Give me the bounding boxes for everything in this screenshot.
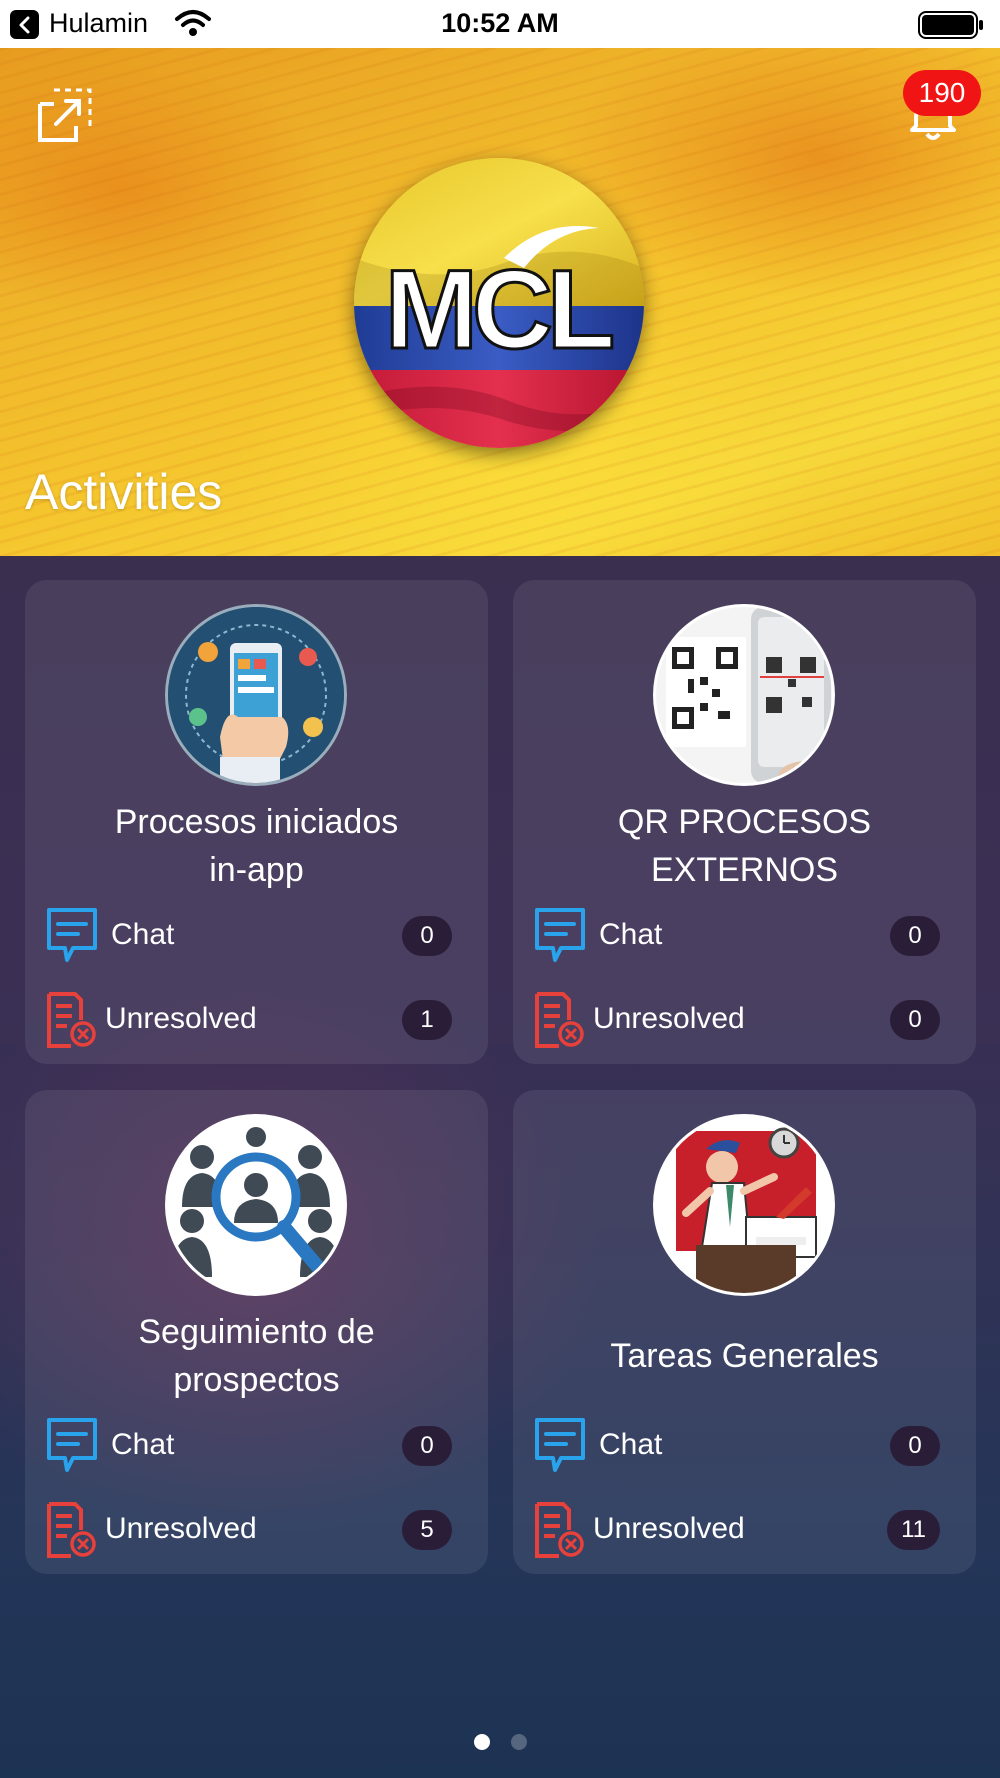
- mobile-app-illustration: [165, 604, 347, 786]
- chat-label: Chat: [111, 1428, 175, 1461]
- chat-row[interactable]: Chat 0: [45, 906, 468, 966]
- prospect-search-illustration: [165, 1114, 347, 1296]
- qr-code-scan-illustration: [653, 604, 835, 786]
- card-title-line-1: Procesos iniciados: [114, 803, 399, 841]
- unresolved-label: Unresolved: [593, 1002, 745, 1035]
- chat-icon: [45, 906, 99, 966]
- status-bar: Hulamin 10:52 AM: [0, 0, 1000, 48]
- company-logo: MCL: [354, 158, 644, 448]
- chat-count: 0: [890, 1426, 940, 1466]
- notification-badge[interactable]: 190: [903, 70, 981, 116]
- unresolved-count: 11: [887, 1510, 940, 1550]
- card-title-line-1: Seguimiento de: [138, 1313, 375, 1351]
- unresolved-count: 1: [402, 1000, 452, 1040]
- unresolved-label: Unresolved: [593, 1512, 745, 1545]
- chat-label: Chat: [599, 1428, 663, 1461]
- activities-grid: Procesos iniciados in-app Chat 0 Unresol…: [0, 556, 1000, 1778]
- card-title-line-2: EXTERNOS: [650, 851, 839, 889]
- unresolved-row[interactable]: Unresolved 0: [533, 990, 956, 1050]
- page-indicator: [0, 1734, 1000, 1750]
- unresolved-row[interactable]: Unresolved 11: [533, 1500, 956, 1560]
- battery-icon: [918, 11, 984, 46]
- card-title-line-1: Tareas Generales: [610, 1337, 879, 1375]
- chat-icon: [533, 1416, 587, 1476]
- logo-text: MCL: [385, 247, 612, 372]
- unresolved-count: 5: [402, 1510, 452, 1550]
- unresolved-count: 0: [890, 1000, 940, 1040]
- status-time: 10:52 AM: [441, 8, 559, 38]
- chat-icon: [533, 906, 587, 966]
- card-title-line-2: prospectos: [173, 1361, 340, 1399]
- share-icon[interactable]: [36, 86, 94, 144]
- unresolved-document-icon: [533, 1500, 587, 1560]
- unresolved-row[interactable]: Unresolved 5: [45, 1500, 468, 1560]
- activity-card-procesos-iniciados[interactable]: Procesos iniciados in-app Chat 0 Unresol…: [25, 580, 488, 1064]
- card-title-line-2: in-app: [209, 851, 304, 889]
- card-title-line-1: QR PROCESOS: [617, 803, 872, 841]
- unresolved-label: Unresolved: [105, 1512, 257, 1545]
- activity-card-qr-procesos[interactable]: QR PROCESOS EXTERNOS Chat 0 Unresolved 0: [513, 580, 976, 1064]
- unresolved-label: Unresolved: [105, 1002, 257, 1035]
- activity-card-seguimiento-prospectos[interactable]: Seguimiento de prospectos Chat 0 Unresol…: [25, 1090, 488, 1574]
- chat-count: 0: [402, 1426, 452, 1466]
- unresolved-document-icon: [45, 1500, 99, 1560]
- chat-row[interactable]: Chat 0: [533, 1416, 956, 1476]
- page-title: Activities: [25, 464, 223, 520]
- busy-office-worker-illustration: [653, 1114, 835, 1296]
- chat-label: Chat: [599, 918, 663, 951]
- chat-count: 0: [890, 916, 940, 956]
- chat-count: 0: [402, 916, 452, 956]
- unresolved-document-icon: [533, 990, 587, 1050]
- chat-icon: [45, 1416, 99, 1476]
- page-dot-1[interactable]: [473, 1734, 490, 1750]
- chat-row[interactable]: Chat 0: [45, 1416, 468, 1476]
- unresolved-document-icon: [45, 990, 99, 1050]
- chat-label: Chat: [111, 918, 175, 951]
- unresolved-row[interactable]: Unresolved 1: [45, 990, 468, 1050]
- chat-row[interactable]: Chat 0: [533, 906, 956, 966]
- header-banner: 190 MCL Activities: [0, 48, 1000, 556]
- activity-card-tareas-generales[interactable]: Tareas Generales Chat 0 Unresolved 11: [513, 1090, 976, 1574]
- page-dot-2[interactable]: [510, 1734, 527, 1750]
